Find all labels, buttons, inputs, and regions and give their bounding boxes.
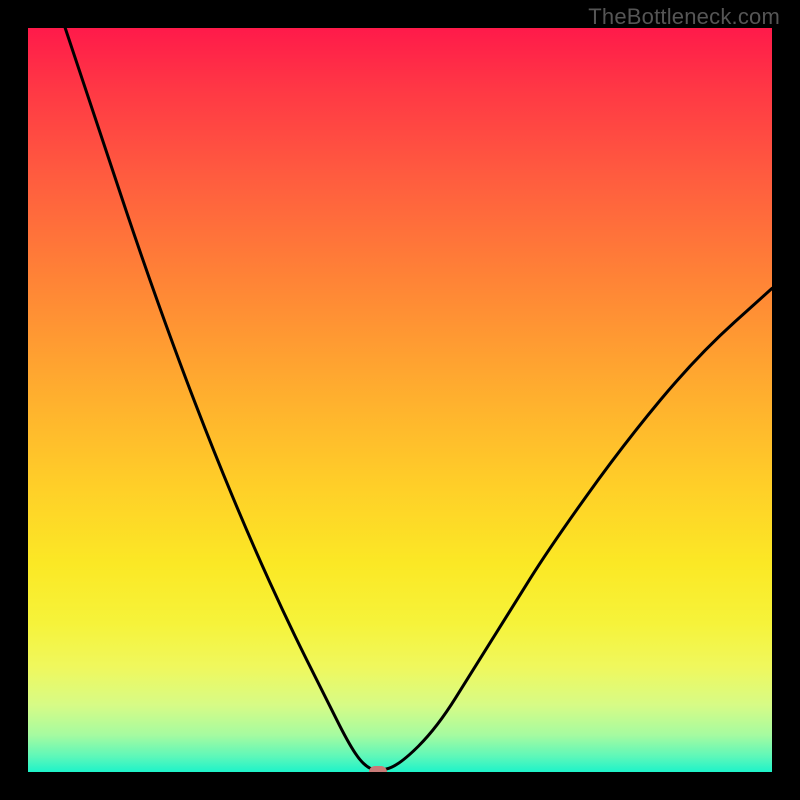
bottleneck-curve xyxy=(28,28,772,772)
optimal-point-marker xyxy=(369,766,387,772)
watermark-text: TheBottleneck.com xyxy=(588,4,780,30)
chart-area xyxy=(28,28,772,772)
